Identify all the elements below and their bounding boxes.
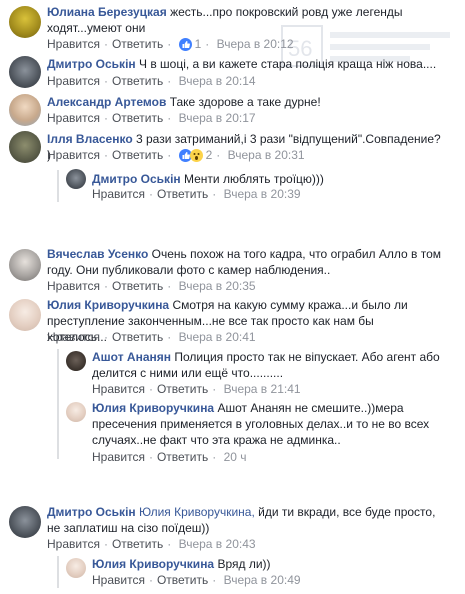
avatar[interactable]	[9, 249, 41, 281]
avatar[interactable]	[66, 402, 86, 422]
avatar[interactable]	[66, 558, 86, 578]
reaction-count[interactable]: 2	[206, 148, 213, 162]
reply-button[interactable]: Ответить	[157, 573, 208, 587]
comment-text: Вряд ли))	[217, 557, 271, 571]
comment-author[interactable]: Юлиана Березуцкая	[47, 5, 167, 19]
comment-actions: Нравится · Ответить · Вчера в 21:41	[92, 382, 301, 396]
comment-body: Ашот Ананян Полиция просто так не віпуск…	[92, 349, 442, 381]
comment-actions: Нравится · Ответить · Вчера в 20:17	[47, 111, 256, 125]
like-button[interactable]: Нравится	[47, 330, 100, 344]
comment-timestamp[interactable]: Вчера в 20:35	[179, 279, 256, 293]
reply-button[interactable]: Ответить	[157, 450, 208, 464]
comment-author[interactable]: Вячеслав Усенко	[47, 247, 148, 261]
comment-actions: Нравится · Ответить · 2 · Вчера в 20:31	[47, 148, 305, 163]
reaction-count[interactable]: 1	[195, 37, 202, 51]
comment-body: Юлиана Березуцкая жесть...про покровский…	[47, 4, 447, 36]
comment-timestamp[interactable]: Вчера в 20:12	[217, 37, 294, 51]
reply-button[interactable]: Ответить	[157, 382, 208, 396]
comment-actions: Нравится · Ответить · Вчера в 20:14	[47, 74, 256, 88]
like-button[interactable]: Нравится	[92, 450, 145, 464]
like-button[interactable]: Нравится	[47, 279, 100, 293]
comment-mention[interactable]: Юлия Криворучкина,	[139, 505, 255, 519]
avatar[interactable]	[9, 56, 41, 88]
reply-thread-line	[57, 349, 59, 459]
reply-button[interactable]: Ответить	[112, 37, 163, 51]
comment-actions: Нравится · Ответить · Вчера в 20:39	[92, 187, 301, 201]
avatar[interactable]	[9, 131, 41, 163]
reply-thread-line	[57, 170, 59, 202]
comment-body: Дмитро Оськін Ч в шоці, а ви кажете стар…	[47, 56, 447, 72]
like-button[interactable]: Нравится	[47, 37, 100, 51]
comment-text: Ч в шоці, а ви кажете стара поліція кращ…	[139, 57, 437, 71]
comment-timestamp[interactable]: Вчера в 20:49	[224, 573, 301, 587]
comment-author[interactable]: Юлия Криворучкина	[47, 298, 169, 312]
comment-actions: Нравится · Ответить · Вчера в 20:41	[47, 330, 256, 344]
reply-button[interactable]: Ответить	[112, 74, 163, 88]
comment-body: Юлия Криворучкина Вряд ли))	[92, 556, 442, 572]
comment-text: Таке здорове а таке дурне!	[169, 95, 321, 109]
like-reaction-icon[interactable]	[178, 38, 192, 52]
comment-body: Юлия Криворучкина Ашот Ананян не смешите…	[92, 400, 452, 448]
like-button[interactable]: Нравится	[47, 74, 100, 88]
comment-timestamp[interactable]: Вчера в 20:31	[228, 148, 305, 162]
reply-thread-line	[57, 556, 59, 588]
like-button[interactable]: Нравится	[92, 382, 145, 396]
reply-button[interactable]: Ответить	[112, 330, 163, 344]
comment-author[interactable]: Дмитро Оськін	[92, 172, 181, 186]
wow-reaction-icon[interactable]	[189, 149, 203, 163]
comment-author[interactable]: Дмитро Оськін	[47, 505, 136, 519]
like-button[interactable]: Нравится	[92, 573, 145, 587]
avatar[interactable]	[9, 6, 41, 38]
comment-author[interactable]: Ілля Власенко	[47, 132, 133, 146]
avatar[interactable]	[66, 169, 86, 189]
like-button[interactable]: Нравится	[47, 148, 100, 162]
comment-timestamp[interactable]: Вчера в 20:43	[179, 537, 256, 551]
reply-button[interactable]: Ответить	[157, 187, 208, 201]
comment-timestamp[interactable]: Вчера в 21:41	[224, 382, 301, 396]
reply-button[interactable]: Ответить	[112, 279, 163, 293]
comment-timestamp[interactable]: Вчера в 20:14	[179, 74, 256, 88]
comment-actions: Нравится · Ответить · 1 · Вчера в 20:12	[47, 37, 294, 52]
reply-button[interactable]: Ответить	[112, 537, 163, 551]
comment-body: Вячеслав Усенко Очень похож на того кадр…	[47, 246, 452, 278]
like-button[interactable]: Нравится	[47, 537, 100, 551]
reply-button[interactable]: Ответить	[112, 111, 163, 125]
comment-body: Дмитро Оськін Юлия Криворучкина, йди ти …	[47, 504, 452, 536]
comment-timestamp[interactable]: Вчера в 20:17	[179, 111, 256, 125]
comment-text: Менти люблять троїцю)))	[184, 172, 324, 186]
comment-actions: Нравится · Ответить · Вчера в 20:49	[92, 573, 301, 587]
comment-actions: Нравится · Ответить · 20 ч	[92, 450, 247, 464]
comment-timestamp[interactable]: Вчера в 20:39	[224, 187, 301, 201]
like-button[interactable]: Нравится	[92, 187, 145, 201]
comment-author[interactable]: Юлия Криворучкина	[92, 557, 214, 571]
comment-author[interactable]: Александр Артемов	[47, 95, 166, 109]
comment-timestamp[interactable]: 20 ч	[224, 450, 247, 464]
like-button[interactable]: Нравится	[47, 111, 100, 125]
comment-actions: Нравится · Ответить · Вчера в 20:35	[47, 279, 256, 293]
avatar[interactable]	[9, 299, 41, 331]
comment-timestamp[interactable]: Вчера в 20:41	[179, 330, 256, 344]
avatar[interactable]	[66, 351, 86, 371]
comment-author[interactable]: Дмитро Оськін	[47, 57, 136, 71]
avatar[interactable]	[9, 506, 41, 538]
avatar[interactable]	[9, 94, 41, 126]
comment-author[interactable]: Юлия Криворучкина	[92, 401, 214, 415]
comment-actions: Нравится · Ответить · Вчера в 20:43	[47, 537, 256, 551]
reply-button[interactable]: Ответить	[112, 148, 163, 162]
comment-body: Александр Артемов Таке здорове а таке ду…	[47, 94, 447, 110]
comment-author[interactable]: Ашот Ананян	[92, 350, 171, 364]
comment-body: Дмитро Оськін Менти люблять троїцю)))	[92, 171, 442, 187]
